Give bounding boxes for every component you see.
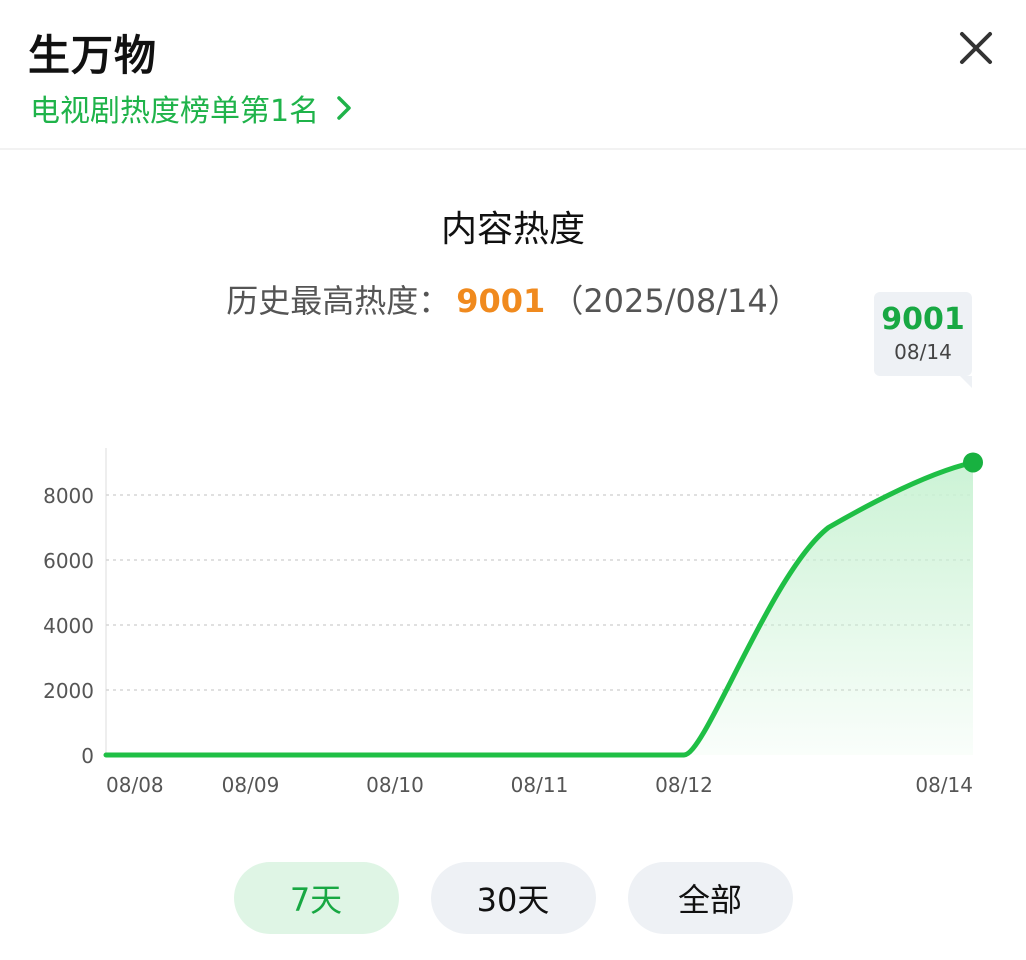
heat-sheet: 生万物 电视剧热度榜单第1名 内容热度 历史最高热度： 9001 （2025/08/… (0, 0, 1026, 960)
y-tick-label: 0 (81, 744, 94, 768)
rank-link[interactable]: 电视剧热度榜单第1名 (30, 86, 357, 130)
chart-tooltip: 9001 08/14 (874, 292, 972, 388)
close-icon[interactable] (956, 28, 996, 68)
peak-date: （2025/08/14） (551, 282, 800, 320)
x-tick-label: 08/10 (366, 773, 424, 797)
rank-link-label: 电视剧热度榜单第1名 (30, 94, 320, 129)
y-tick-label: 6000 (43, 549, 94, 573)
header: 生万物 电视剧热度榜单第1名 (0, 0, 1026, 150)
y-tick-label: 8000 (43, 484, 94, 508)
x-tick-label: 08/11 (511, 773, 569, 797)
peak-point[interactable] (963, 452, 983, 473)
series-area (106, 462, 973, 755)
x-tick-label: 08/09 (222, 773, 280, 797)
range-tab-1[interactable]: 30天 (430, 862, 596, 934)
peak-label: 历史最高热度： (226, 282, 451, 320)
peak-value: 9001 (456, 282, 546, 320)
y-tick-label: 2000 (43, 679, 94, 703)
show-title: 生万物 (28, 31, 158, 80)
tooltip-date: 08/14 (894, 340, 952, 364)
y-tick-label: 4000 (43, 614, 94, 638)
x-tick-label: 08/12 (655, 773, 713, 797)
range-tab-2[interactable]: 全部 (627, 862, 793, 934)
x-tick-label: 08/14 (915, 773, 973, 797)
peak-line: 历史最高热度： 9001 （2025/08/14） (0, 276, 1026, 322)
x-tick-label: 08/08 (106, 773, 164, 797)
chevron-right-icon (337, 96, 351, 120)
heat-chart: 0 2000 4000 6000 8000 08/08 08/09 08/10 08/11 08/… (43, 448, 983, 797)
chart-title: 内容热度 (440, 209, 585, 250)
range-tabs: 7天 30天 全部 (0, 862, 1026, 934)
tooltip-value: 9001 (881, 302, 965, 337)
range-tab-0[interactable]: 7天 (233, 862, 399, 934)
